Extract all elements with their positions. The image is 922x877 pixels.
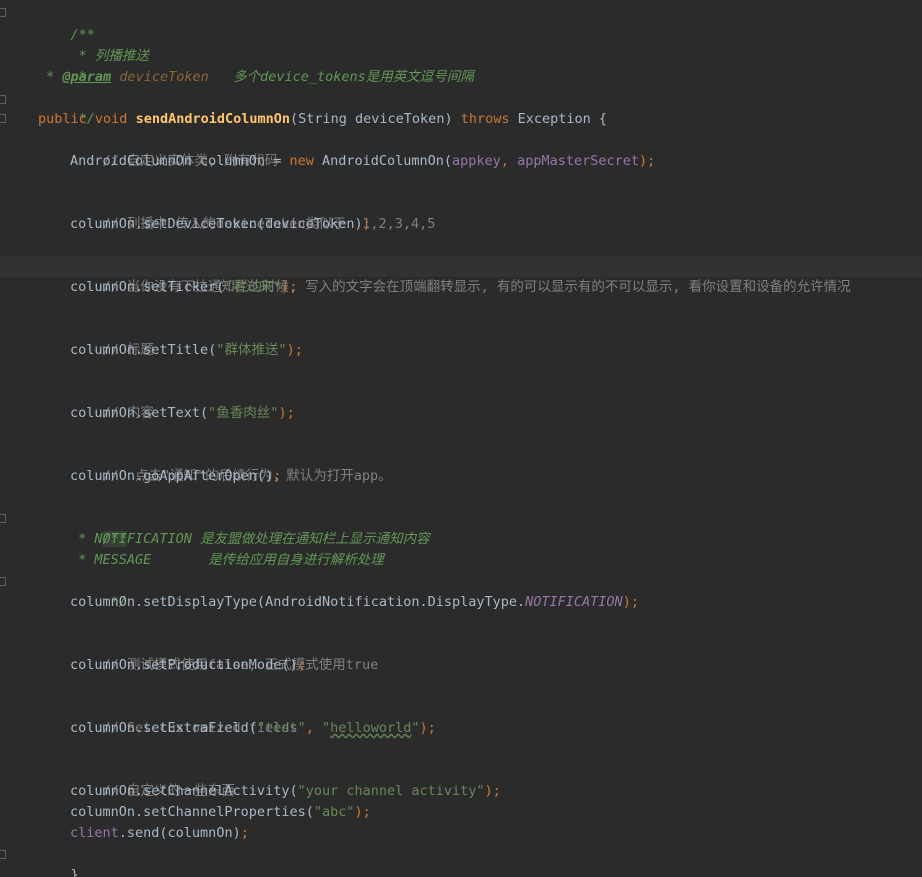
code-line[interactable]: */: [0, 88, 922, 127]
string-literal: "test": [256, 720, 306, 736]
doc-comment: 是传给应用自身进行解析处理: [151, 552, 384, 568]
code-line[interactable]: // 测试模式使用false, 正式模式使用true: [0, 634, 922, 673]
code-line[interactable]: columnOn.setTicker("看过来");: [0, 277, 922, 298]
code-line[interactable]: * @param deviceToken 多个device_tokens是用英文…: [0, 67, 922, 88]
closing-brace: }: [70, 867, 79, 877]
code-line[interactable]: // 自定义的一些东西: [0, 760, 922, 799]
doc-param-tag: @param: [62, 69, 112, 85]
keyword-void: void: [94, 111, 128, 127]
code-line[interactable]: * 列播推送: [0, 25, 922, 64]
doc-keyword: NOTIFICATION: [94, 531, 192, 547]
code-line[interactable]: * NOTIFICATION 是友盟做处理在通知栏上显示通知内容: [0, 529, 922, 550]
code-line[interactable]: columnOn.setExtraField("test", "hellowor…: [0, 718, 922, 739]
code-line[interactable]: columnOn.setTitle("群体推送");: [0, 340, 922, 361]
statement-end: );: [638, 153, 656, 169]
code-line[interactable]: */: [0, 571, 922, 610]
statement-end: ;: [273, 468, 282, 484]
method-call: columnOn.setTitle(: [70, 342, 217, 358]
code-line[interactable]: columnOn.setChannelActivity("your channe…: [0, 781, 922, 802]
method-call: columnOn.goAppAfterOpen(): [70, 468, 274, 484]
code-line[interactable]: public void sendAndroidColumnOn(String d…: [0, 109, 922, 130]
statement-end: ;: [297, 657, 306, 673]
code-line[interactable]: columnOn.setDisplayType(AndroidNotificat…: [0, 592, 922, 613]
code-line[interactable]: columnOn.setChannelProperties("abc");: [0, 802, 922, 823]
code-line[interactable]: columnOn.setDeviceToken(deviceToken);: [0, 214, 922, 235]
string-quote: ": [411, 720, 420, 736]
field-client: client: [70, 825, 119, 841]
statement-end: );: [281, 279, 298, 295]
keyword-new: new: [289, 153, 314, 169]
code-line[interactable]: /**: [0, 4, 922, 43]
doc-param-name: deviceToken: [119, 69, 209, 85]
string-literal: "your channel activity": [297, 783, 485, 799]
string-literal: "abc": [313, 804, 355, 820]
doc-param-description: 多个device_tokens是用英文逗号间隔: [208, 69, 474, 85]
code-line[interactable]: columnOn.setProductionMode();: [0, 655, 922, 676]
method-call: columnOn.setExtraField(: [70, 720, 257, 736]
statement-end: );: [354, 804, 371, 820]
string-quote: ": [321, 720, 331, 736]
code-editor[interactable]: /** * 列播推送 * * @param deviceToken 多个devi…: [0, 0, 922, 877]
statement-end: );: [286, 342, 303, 358]
code-line[interactable]: // 内容: [0, 382, 922, 421]
code-line[interactable]: }: [0, 844, 922, 877]
doc-comment: *: [38, 69, 63, 85]
exception-type: Exception {: [517, 111, 608, 127]
method-params: (String deviceToken): [290, 111, 453, 127]
doc-keyword: MESSAGE: [94, 552, 152, 568]
constructor-call: AndroidColumnOn(: [313, 153, 453, 169]
method-call: columnOn.setChannelActivity(: [70, 783, 298, 799]
method-call: columnOn.setChannelProperties(: [70, 804, 314, 820]
field-appkey: appkey: [452, 153, 501, 169]
method-call: columnOn.setDisplayType(AndroidNotificat…: [70, 594, 526, 610]
statement-end: );: [622, 594, 639, 610]
doc-comment: *: [70, 552, 95, 568]
string-literal-typo: helloworld: [330, 720, 412, 736]
statement-end: );: [484, 783, 501, 799]
code-line[interactable]: // 自定义实体类, 附有代码: [0, 130, 922, 169]
method-call: .send(columnOn): [118, 825, 241, 841]
code-line[interactable]: // Set customized fields: [0, 697, 922, 736]
code-line[interactable]: // 列播中 传入的deviceToken类似于 1,2,3,4,5: [0, 193, 922, 232]
code-line[interactable]: columnOn.goAppAfterOpen();: [0, 466, 922, 487]
method-call: columnOn.setProductionMode(): [70, 657, 298, 673]
string-literal: "群体推送": [216, 342, 287, 358]
method-call: columnOn.setText(: [70, 405, 209, 421]
code-line[interactable]: // 标题: [0, 319, 922, 358]
doc-comment: 是友盟做处理在通知栏上显示通知内容: [191, 531, 430, 547]
method-name: sendAndroidColumnOn: [135, 111, 291, 127]
statement-end: ;: [362, 216, 371, 232]
code-line[interactable]: /**: [0, 508, 922, 547]
separator: ,: [500, 153, 518, 169]
string-literal: "鱼香肉丝": [208, 405, 279, 421]
field-app-master-secret: appMasterSecret: [517, 153, 639, 169]
method-call: columnOn.setDeviceToken(deviceToken): [70, 216, 363, 232]
keyword-public: public: [38, 111, 87, 127]
separator: ,: [305, 720, 322, 736]
declaration: AndroidColumnOn columnOn =: [70, 153, 290, 169]
keyword-throws: throws: [460, 111, 510, 127]
statement-end: );: [278, 405, 295, 421]
string-literal: "看过来": [224, 279, 282, 295]
doc-comment: *: [70, 531, 95, 547]
code-line[interactable]: * MESSAGE 是传给应用自身进行解析处理: [0, 550, 922, 571]
code-line[interactable]: client.send(columnOn);: [0, 823, 922, 844]
code-line[interactable]: columnOn.setText("鱼香肉丝");: [0, 403, 922, 424]
statement-end: );: [419, 720, 436, 736]
method-call: columnOn.setTicker(: [70, 279, 225, 295]
code-line[interactable]: // 当你没有下拉通知栏的时候, 写入的文字会在顶端翻转显示, 有的可以显示有的…: [0, 256, 922, 295]
code-line[interactable]: AndroidColumnOn columnOn = new AndroidCo…: [0, 151, 922, 172]
code-line[interactable]: *: [0, 46, 922, 85]
code-line[interactable]: // 点击"通知"的后续行为，默认为打开app。: [0, 445, 922, 484]
static-constant: NOTIFICATION: [525, 594, 623, 610]
statement-end: ;: [240, 825, 249, 841]
